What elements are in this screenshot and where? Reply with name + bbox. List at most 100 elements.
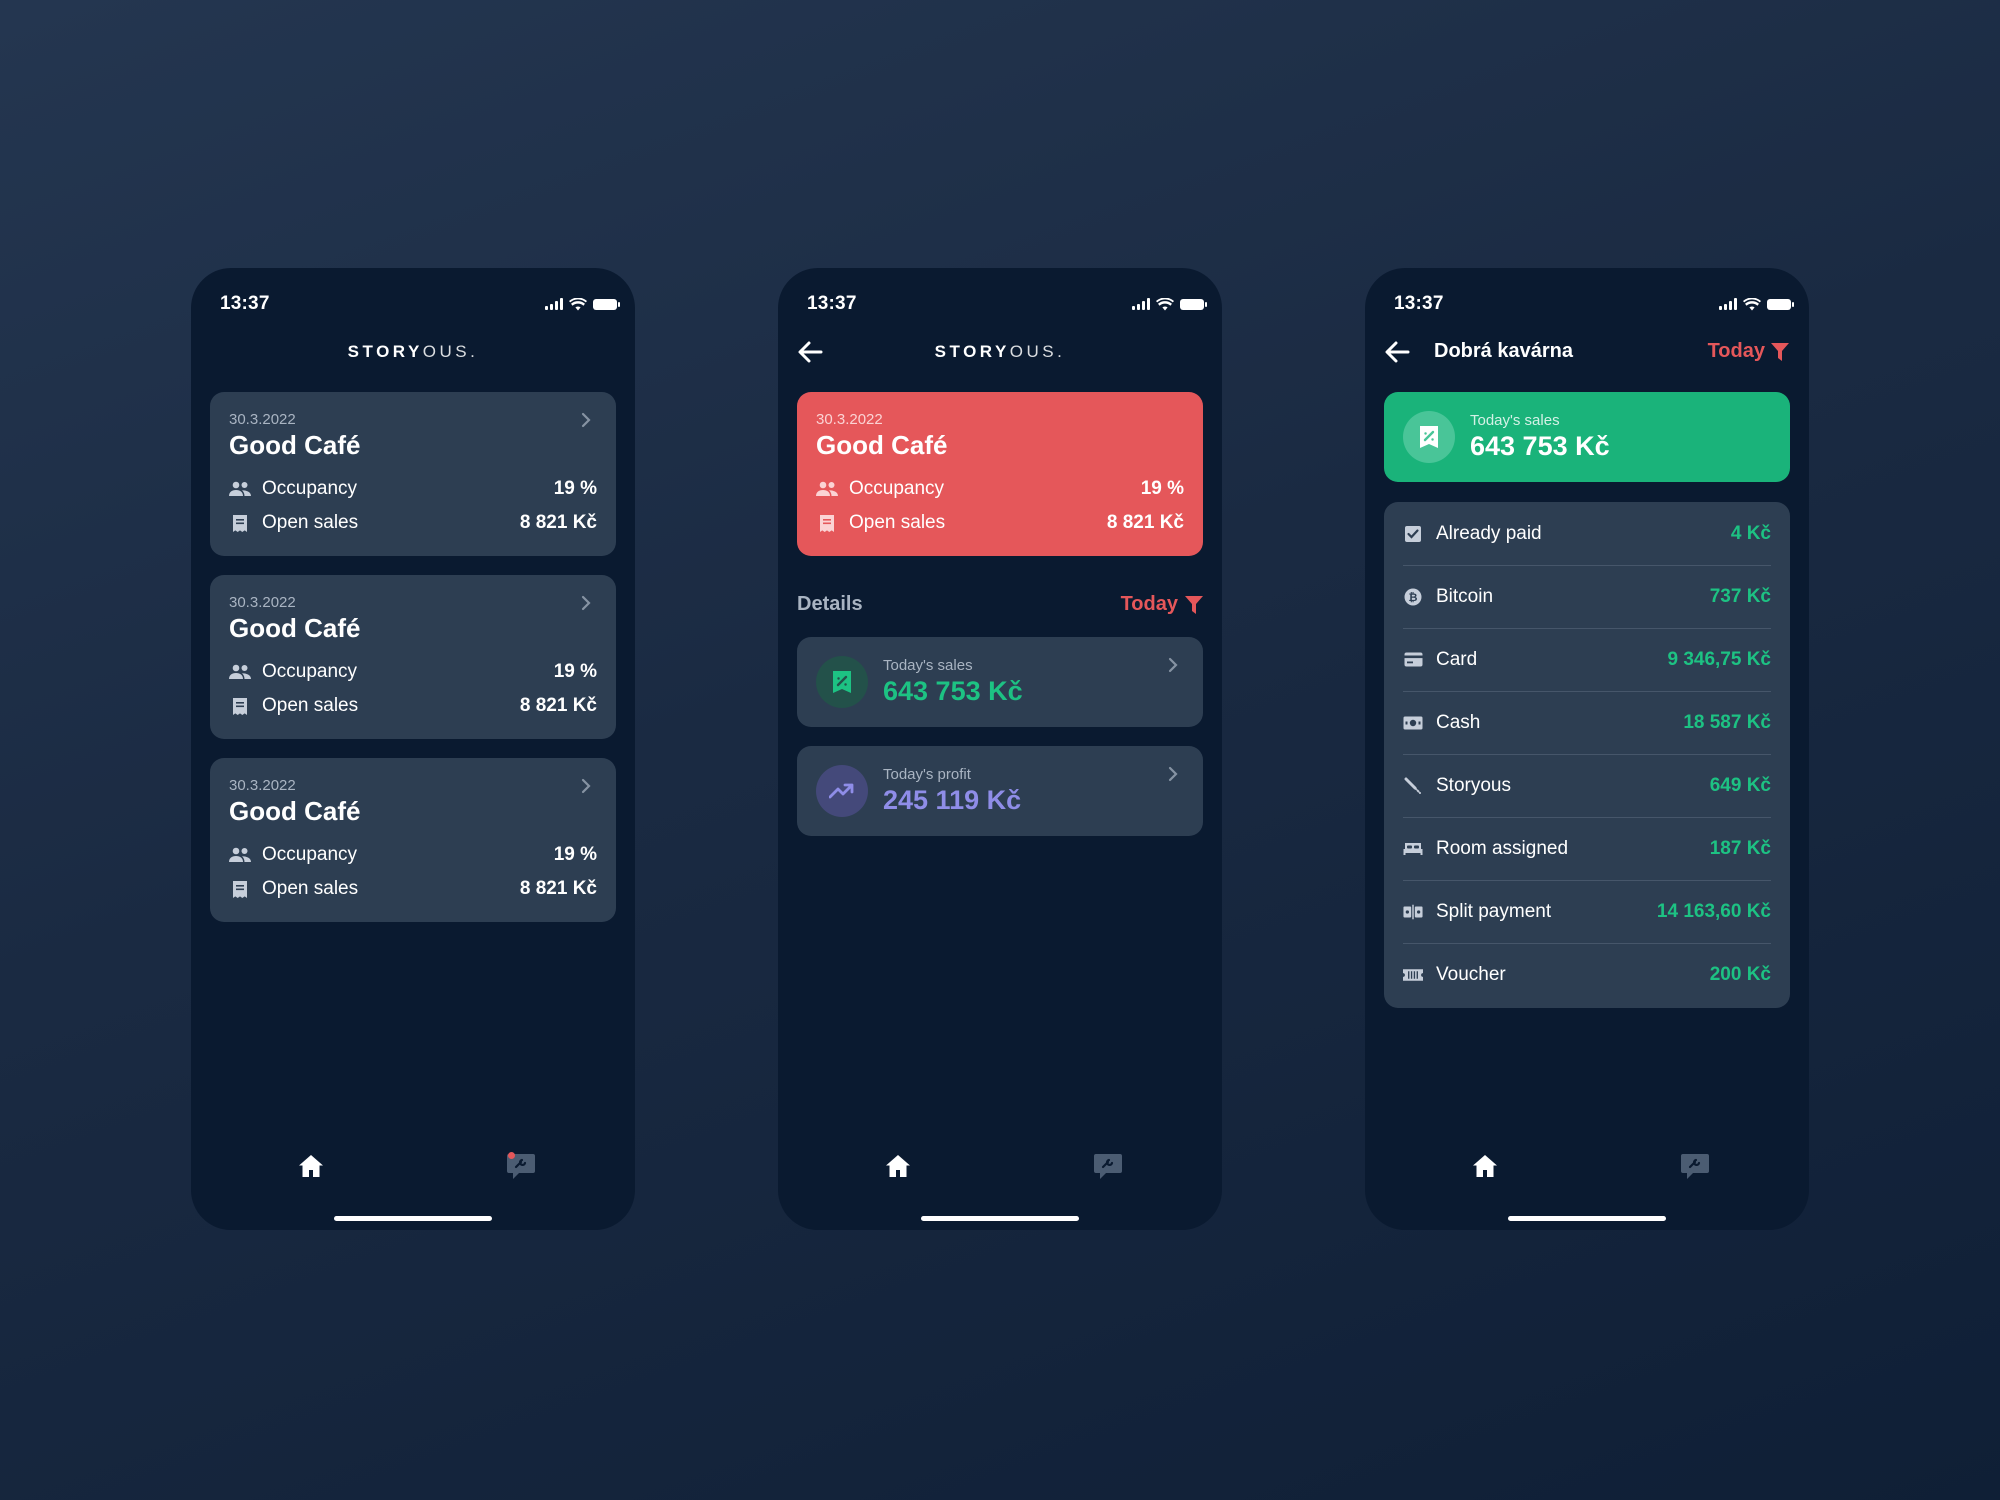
sales-label: Today's sales <box>883 657 973 674</box>
today-filter-button[interactable]: Today <box>1708 340 1789 363</box>
chevron-right-icon <box>1168 657 1178 673</box>
bitcoin-icon: ₿ <box>1403 587 1423 607</box>
venue-date: 30.3.2022 <box>229 594 296 611</box>
status-bar: 13:37 <box>220 286 620 322</box>
cash-icon <box>1403 713 1423 733</box>
tab-bar <box>778 1146 1222 1190</box>
payment-row-voucher[interactable]: Voucher 200 Kč <box>1403 943 1771 1006</box>
receipt-icon <box>229 695 251 717</box>
people-icon <box>229 478 251 500</box>
status-time: 13:37 <box>807 293 857 314</box>
credit-card-icon <box>1403 650 1423 670</box>
wifi-icon <box>1156 297 1174 310</box>
venue-card-selected[interactable]: 30.3.2022 Good Café Occupancy 19 % Open … <box>797 392 1203 556</box>
payment-row-split-payment[interactable]: Split payment 14 163,60 Kč <box>1403 880 1771 943</box>
venue-name: Good Café <box>229 796 361 826</box>
support-chat-icon <box>1094 1154 1122 1179</box>
venue-name: Good Café <box>229 613 361 643</box>
page-title: Dobrá kavárna <box>1434 340 1573 362</box>
tab-support[interactable] <box>1088 1146 1128 1186</box>
home-icon <box>1473 1155 1497 1177</box>
signal-icon <box>1132 298 1150 310</box>
tab-support[interactable] <box>501 1146 541 1186</box>
receipt-icon <box>229 878 251 900</box>
home-icon <box>886 1155 910 1177</box>
payment-row-card[interactable]: Card 9 346,75 Kč <box>1403 628 1771 691</box>
phone-venue-list: 13:37 STORYOUS. 30.3.2022 Good Café Occu… <box>191 268 635 1230</box>
details-title: Details <box>797 593 863 615</box>
people-icon <box>816 478 838 500</box>
sales-badge <box>1403 411 1455 463</box>
occupancy-row: Occupancy 19 % <box>229 659 597 685</box>
sales-icon <box>833 671 851 693</box>
back-arrow-icon[interactable] <box>1383 338 1411 366</box>
signal-icon <box>545 298 563 310</box>
storyous-icon <box>1403 776 1423 796</box>
receipt-icon <box>816 512 838 534</box>
status-bar: 13:37 <box>807 286 1207 322</box>
total-label: Today's sales <box>1470 412 1560 429</box>
trending-up-icon <box>829 783 854 799</box>
todays-profit-card[interactable]: Today's profit 245 119 Kč <box>797 746 1203 836</box>
payment-row-cash[interactable]: Cash 18 587 Kč <box>1403 691 1771 754</box>
open-sales-row: Open sales 8 821 Kč <box>229 693 597 719</box>
payment-row-bitcoin[interactable]: ₿ Bitcoin 737 Kč <box>1403 565 1771 628</box>
wifi-icon <box>1743 297 1761 310</box>
tab-support[interactable] <box>1675 1146 1715 1186</box>
open-sales-row: Open sales 8 821 Kč <box>229 876 597 902</box>
venue-name: Good Café <box>229 430 361 460</box>
bed-icon <box>1403 839 1423 859</box>
phone-payments: 13:37 Dobrá kavárna Today Today's sales … <box>1365 268 1809 1230</box>
storyous-logo: STORYOUS. <box>934 342 1066 361</box>
venue-date: 30.3.2022 <box>816 411 883 428</box>
open-sales-row: Open sales 8 821 Kč <box>229 510 597 536</box>
status-time: 13:37 <box>1394 293 1444 314</box>
payment-row-room-assigned[interactable]: Room assigned 187 Kč <box>1403 817 1771 880</box>
todays-sales-total: Today's sales 643 753 Kč <box>1384 392 1790 482</box>
home-icon <box>299 1155 323 1177</box>
chevron-right-icon <box>581 412 591 428</box>
sales-value: 643 753 Kč <box>883 676 1023 706</box>
svg-text:₿: ₿ <box>1409 591 1418 604</box>
battery-icon <box>593 298 620 310</box>
voucher-icon <box>1403 965 1423 985</box>
occupancy-row: Occupancy 19 % <box>229 842 597 868</box>
home-indicator <box>334 1216 492 1221</box>
tab-home[interactable] <box>291 1146 331 1186</box>
payment-row-storyous[interactable]: Storyous 649 Kč <box>1403 754 1771 817</box>
profit-label: Today's profit <box>883 766 971 783</box>
venue-name: Good Café <box>816 430 948 460</box>
sales-badge <box>816 656 868 708</box>
payment-methods-list: Already paid 4 Kč ₿ Bitcoin 737 Kč Card … <box>1384 502 1790 1008</box>
tab-home[interactable] <box>1465 1146 1505 1186</box>
total-value: 643 753 Kč <box>1470 431 1610 461</box>
profit-badge <box>816 765 868 817</box>
home-indicator <box>1508 1216 1666 1221</box>
tab-bar <box>191 1146 635 1190</box>
venue-card[interactable]: 30.3.2022 Good Café Occupancy 19 % Open … <box>210 758 616 922</box>
venue-date: 30.3.2022 <box>229 777 296 794</box>
signal-icon <box>1719 298 1737 310</box>
todays-sales-card[interactable]: Today's sales 643 753 Kč <box>797 637 1203 727</box>
venue-card[interactable]: 30.3.2022 Good Café Occupancy 19 % Open … <box>210 575 616 739</box>
venue-card[interactable]: 30.3.2022 Good Café Occupancy 19 % Open … <box>210 392 616 556</box>
today-filter-button[interactable]: Today <box>1121 593 1203 616</box>
status-bar: 13:37 <box>1394 286 1794 322</box>
chevron-right-icon <box>581 778 591 794</box>
support-chat-icon <box>1681 1154 1709 1179</box>
battery-icon <box>1180 298 1207 310</box>
open-sales-row: Open sales 8 821 Kč <box>816 510 1184 536</box>
venue-date: 30.3.2022 <box>229 411 296 428</box>
home-indicator <box>921 1216 1079 1221</box>
people-icon <box>229 844 251 866</box>
chevron-right-icon <box>1168 766 1178 782</box>
sales-icon <box>1420 426 1438 448</box>
battery-icon <box>1767 298 1794 310</box>
people-icon <box>229 661 251 683</box>
tab-home[interactable] <box>878 1146 918 1186</box>
check-square-icon <box>1403 524 1423 544</box>
occupancy-row: Occupancy 19 % <box>816 476 1184 502</box>
profit-value: 245 119 Kč <box>883 785 1022 815</box>
filter-icon <box>1771 342 1789 361</box>
payment-row-already-paid[interactable]: Already paid 4 Kč <box>1403 502 1771 565</box>
